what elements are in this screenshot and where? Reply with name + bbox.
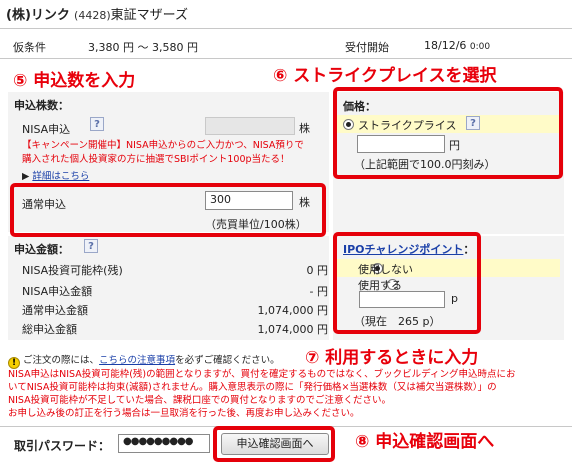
annotation-5: ⑤ 申込数を入力 bbox=[13, 71, 136, 91]
provisional-value: 3,380 円 〜 3,580 円 bbox=[88, 41, 198, 54]
amount-row-value: 1,074,000 円 bbox=[257, 304, 328, 317]
annotation-8: ⑧ 申込確認画面へ bbox=[355, 432, 495, 452]
password-input[interactable]: ●●●●●●●●● bbox=[118, 434, 210, 453]
page-title: (株)リンク (4428)東証マザーズ bbox=[6, 4, 188, 23]
notice-line-3: NISA投資可能枠が不足していた場合、課税口座での買付となりますのでご注意くださ… bbox=[8, 395, 392, 406]
stock-code: (4428) bbox=[74, 9, 111, 22]
highlight-box-quantity bbox=[10, 183, 326, 237]
help-icon[interactable]: ? bbox=[84, 239, 98, 253]
password-label: 取引パスワード： bbox=[14, 439, 111, 453]
amount-heading: 申込金額： bbox=[14, 243, 69, 256]
notice-line-2: いてNISA投資可能枠は拘束(減額)されません。購入意思表示の際に「発行価格×当… bbox=[8, 382, 497, 393]
notice-line-1: NISA申込はNISA投資可能枠(残)の範囲となりますが、買付を確定するものでは… bbox=[8, 369, 516, 380]
campaign-line-1: 【キャンペーン開催中】NISA申込からのご入力かつ、NISA預りで bbox=[22, 140, 304, 151]
nisa-label: NISA申込 bbox=[22, 123, 71, 136]
amount-row-label: NISA申込金額 bbox=[22, 285, 93, 298]
amount-row-label: 通常申込金額 bbox=[22, 304, 88, 317]
nisa-unit: 株 bbox=[299, 122, 310, 135]
amount-row-label: 総申込金額 bbox=[22, 323, 77, 336]
divider bbox=[0, 28, 572, 29]
company-name: (株)リンク bbox=[6, 8, 70, 23]
highlight-box-price bbox=[333, 87, 563, 179]
notice-intro: ! ご注文の際には、こちらの注意事項を必ずご確認ください。 bbox=[8, 352, 280, 369]
amount-row-value: 1,074,000 円 bbox=[257, 323, 328, 336]
amount-row-label: NISA投資可能枠(残) bbox=[22, 264, 123, 277]
annotation-6: ⑥ ストライクプレイスを選択 bbox=[273, 66, 497, 86]
notice-link[interactable]: こちらの注意事項 bbox=[99, 355, 175, 366]
nisa-quantity-input bbox=[205, 117, 295, 135]
help-icon[interactable]: ? bbox=[90, 117, 104, 131]
highlight-box-point bbox=[333, 232, 481, 334]
quantity-heading: 申込株数： bbox=[14, 99, 69, 112]
divider bbox=[0, 58, 572, 59]
amount-row-value: - 円 bbox=[309, 285, 328, 298]
notice-line-4: お申し込み後の訂正を行う場合は一旦取消を行った後、再度お申し込みください。 bbox=[8, 408, 360, 419]
start-label: 受付開始 bbox=[345, 41, 389, 54]
campaign-line-2: 購入された個人投資家の方に抽選でSBIポイント100p当たる！ bbox=[22, 154, 290, 165]
provisional-label: 仮条件 bbox=[13, 41, 46, 54]
start-date: 18/12/6 0:00 bbox=[424, 39, 491, 52]
market-name: 東証マザーズ bbox=[110, 8, 188, 23]
annotation-7: ⑦ 利用するときに入力 bbox=[305, 348, 479, 368]
highlight-box-submit bbox=[213, 426, 335, 462]
amount-row-value: 0 円 bbox=[306, 264, 329, 277]
detail-link[interactable]: ▶ 詳細はこちら bbox=[22, 168, 89, 182]
